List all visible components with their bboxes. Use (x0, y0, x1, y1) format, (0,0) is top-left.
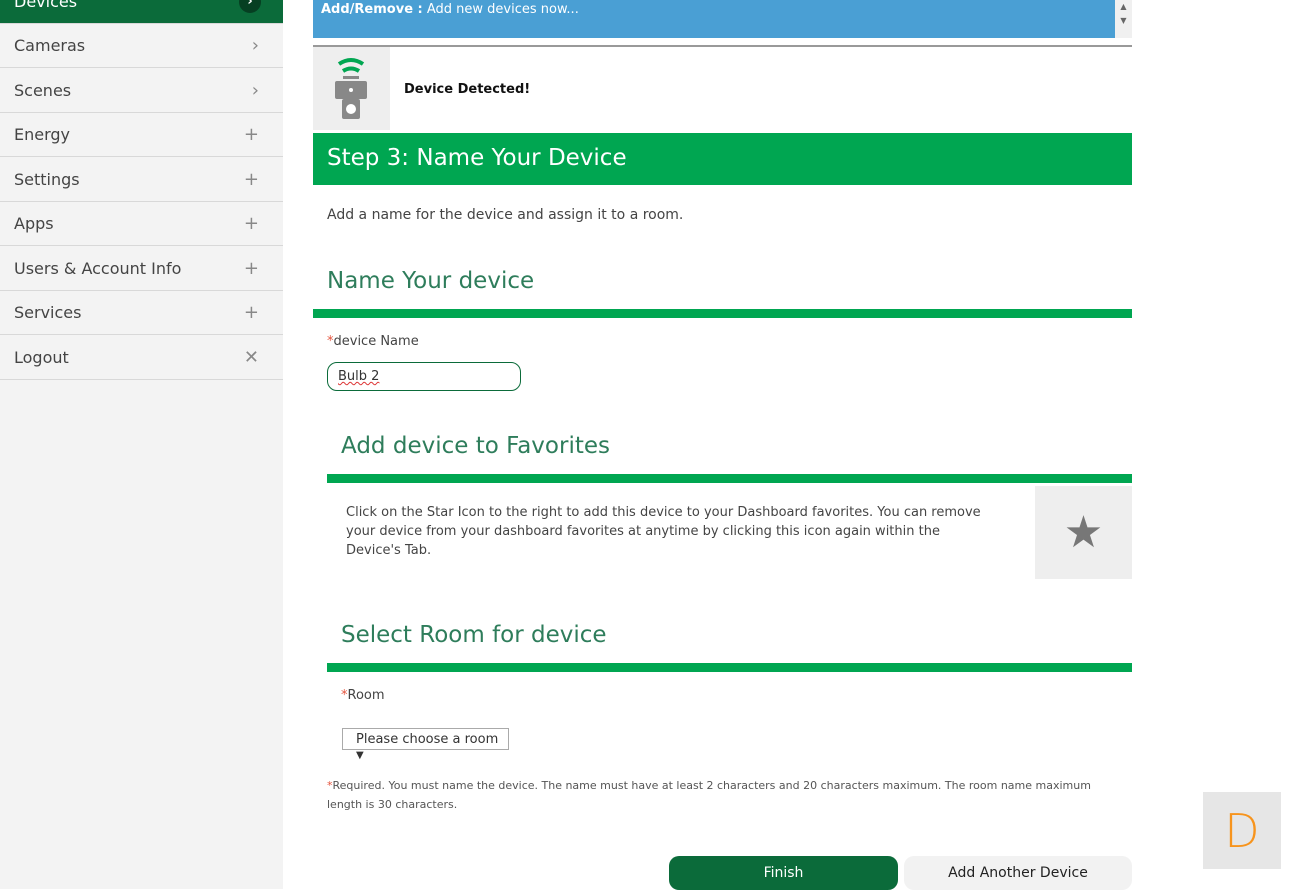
device-detected-text: Device Detected! (404, 82, 531, 97)
nav-label: Devices (14, 0, 78, 11)
room-label: *Room (341, 688, 385, 703)
room-select[interactable]: Please choose a room ▼ (342, 728, 509, 761)
nav-label: Energy (14, 125, 71, 144)
divider (313, 45, 1132, 47)
plus-icon: + (243, 124, 259, 145)
add-another-device-button[interactable]: Add Another Device (904, 856, 1132, 890)
sidebar-item-scenes[interactable]: Scenes › (0, 69, 283, 113)
plus-icon: + (243, 258, 259, 279)
plus-icon: + (243, 213, 259, 234)
favorites-section-title: Add device to Favorites (341, 433, 610, 459)
device-name-input[interactable]: Bulb 2 (327, 362, 521, 391)
nav-label: Scenes (14, 81, 72, 100)
sidebar-item-logout[interactable]: Logout ✕ (0, 336, 283, 380)
add-remove-banner: Add/Remove : Add new devices now... (313, 0, 1115, 38)
nav-label: Cameras (14, 36, 86, 55)
step-title: Step 3: Name Your Device (313, 133, 1132, 185)
nav-label: Users & Account Info (14, 259, 182, 278)
favorites-description: Click on the Star Icon to the right to a… (346, 505, 981, 558)
sidebar-item-services[interactable]: Services + (0, 291, 283, 335)
device-icon (313, 47, 390, 130)
section-divider (313, 309, 1132, 318)
select-value: Please choose a room (356, 732, 499, 747)
nav-label: Services (14, 303, 82, 322)
banner-scrollbar[interactable]: ▲ ▼ (1115, 0, 1132, 38)
plus-icon: + (243, 302, 259, 323)
sidebar-item-users[interactable]: Users & Account Info + (0, 247, 283, 291)
sidebar-item-devices[interactable]: Devices › (0, 0, 283, 24)
floating-widget-button[interactable]: D (1203, 792, 1281, 869)
nav-label: Logout (14, 348, 69, 367)
sidebar: Devices › Cameras › Scenes › Energy + Settin… (0, 0, 283, 889)
required-note: *Required. You must name the device. The… (327, 779, 1091, 811)
nav-label: Settings (14, 170, 80, 189)
banner-label: Add/Remove : (321, 2, 423, 17)
plus-icon: + (243, 169, 259, 190)
step-description: Add a name for the device and assign it … (327, 207, 684, 223)
sidebar-item-energy[interactable]: Energy + (0, 113, 283, 157)
room-section-title: Select Room for device (341, 622, 607, 648)
device-name-label: *device Name (327, 334, 419, 349)
nav-label: Apps (14, 214, 54, 233)
chevron-right-icon: › (251, 80, 259, 101)
finish-button[interactable]: Finish (669, 856, 898, 890)
star-icon: ★ (1063, 507, 1104, 558)
section-divider (327, 663, 1132, 672)
section-divider (327, 474, 1132, 483)
favorite-star-button[interactable]: ★ (1035, 486, 1132, 579)
chevron-right-icon: › (251, 35, 259, 56)
label-text: device Name (333, 334, 419, 349)
sidebar-item-cameras[interactable]: Cameras › (0, 24, 283, 68)
banner-text: Add new devices now... (422, 2, 579, 17)
sidebar-item-settings[interactable]: Settings + (0, 158, 283, 202)
chevron-right-icon: › (239, 0, 261, 13)
close-icon: ✕ (243, 347, 259, 368)
label-text: Room (347, 688, 385, 703)
name-section-title: Name Your device (327, 268, 535, 294)
sidebar-item-apps[interactable]: Apps + (0, 202, 283, 246)
dropdown-arrow-icon: ▼ (356, 750, 364, 761)
note-text: Required. You must name the device. The … (327, 779, 1091, 811)
